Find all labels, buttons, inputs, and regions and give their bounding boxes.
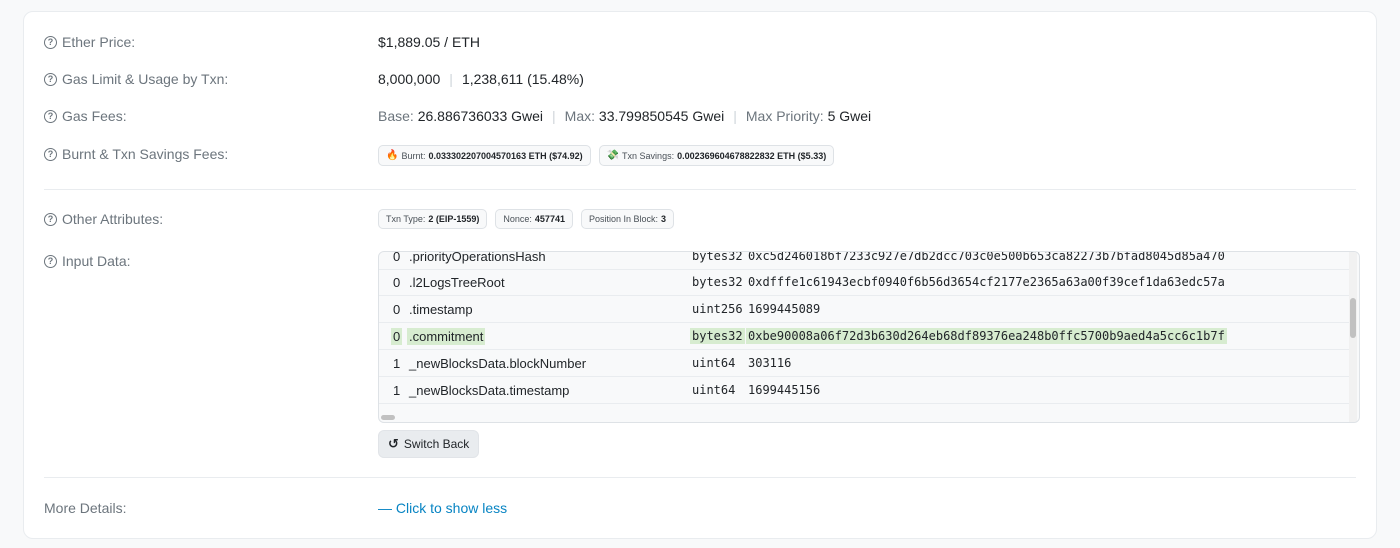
table-row: 0 .priorityOperationsHash bytes32 0xc5d2… — [379, 251, 1349, 270]
position-value: 3 — [661, 214, 667, 224]
row-type: uint64 — [692, 356, 736, 370]
gas-limit-value: 8,000,000 | 1,238,611 (15.48%) — [378, 71, 584, 87]
max-priority-label: Max Priority: — [745, 108, 824, 124]
burnt-fees-value: 🔥 Burnt: 0.033302207004570163 ETH ($74.9… — [378, 145, 842, 166]
switch-back-label: Switch Back — [403, 437, 470, 451]
undo-icon: ↺ — [388, 436, 399, 451]
gas-limit-label: Gas Limit & Usage by Txn: — [62, 71, 229, 87]
horizontal-scrollbar-thumb[interactable] — [381, 415, 395, 420]
scrollbar-thumb[interactable] — [1350, 298, 1356, 338]
separator: | — [733, 108, 737, 124]
row-value: 1699445156 — [748, 383, 821, 397]
burnt-badge-label: Burnt: — [401, 150, 426, 161]
position-badge: Position In Block: 3 — [580, 209, 675, 229]
savings-badge-label: Txn Savings: — [622, 150, 675, 161]
question-circle-icon[interactable]: ? — [44, 109, 57, 123]
row-index: 0 — [391, 327, 403, 345]
row-value: 0xdfffe1c61943ecbf0940f6b56d3654cf2177e2… — [748, 275, 1225, 289]
nonce-label: Nonce: — [503, 214, 532, 224]
gas-usage: 1,238,611 (15.48%) — [461, 71, 584, 87]
row-value: 1699445089 — [748, 302, 821, 316]
max-fee-label: Max: — [564, 108, 596, 124]
max-fee-value: 33.799850545 Gwei — [598, 108, 725, 124]
table-row-highlighted: 0 .commitment bytes32 0xbe90008a06f72d3b… — [379, 323, 1349, 350]
burnt-badge-value: 0.033302207004570163 ETH ($74.92) — [428, 150, 583, 161]
ether-price-value: $1,889.05 / ETH — [378, 34, 480, 50]
row-type: uint64 — [692, 383, 736, 397]
other-attributes-label: Other Attributes: — [62, 211, 164, 227]
nonce-value: 457741 — [534, 214, 565, 224]
question-circle-icon[interactable]: ? — [44, 254, 57, 268]
question-circle-icon[interactable]: ? — [44, 147, 57, 161]
separator: | — [449, 71, 453, 87]
row-type: bytes32 — [692, 275, 743, 289]
table-row: 0 .l2LogsTreeRoot bytes32 0xdfffe1c61943… — [379, 269, 1349, 296]
money-icon: 💸 — [606, 150, 620, 161]
row-type: uint256 — [692, 302, 743, 316]
table-row: 1 _newBlocksData.timestamp uint64 169944… — [379, 377, 1349, 404]
row-name: _newBlocksData.timestamp — [409, 382, 570, 398]
question-circle-icon[interactable]: ? — [44, 35, 57, 49]
burnt-badge: 🔥 Burnt: 0.033302207004570163 ETH ($74.9… — [378, 145, 591, 166]
divider — [44, 189, 1356, 190]
gas-limit: 8,000,000 — [378, 71, 441, 87]
savings-badge-value: 0.002369604678822832 ETH ($5.33) — [677, 150, 827, 161]
row-value: 0xbe90008a06f72d3b630d264eb68df89376ea24… — [746, 328, 1227, 344]
base-fee-value: 26.886736033 Gwei — [417, 108, 544, 124]
divider — [44, 477, 1356, 478]
more-details-label: More Details: — [44, 500, 127, 516]
nonce-badge: Nonce: 457741 — [495, 209, 573, 229]
txn-type-value: 2 (EIP-1559) — [428, 214, 480, 224]
show-less-link[interactable]: — Click to show less — [378, 500, 507, 516]
txn-type-badge: Txn Type: 2 (EIP-1559) — [378, 209, 488, 229]
gas-limit-label-wrap: ? Gas Limit & Usage by Txn: — [44, 71, 364, 87]
question-circle-icon[interactable]: ? — [44, 72, 57, 86]
burnt-fees-label: Burnt & Txn Savings Fees: — [62, 146, 229, 162]
input-data-label-wrap: ? Input Data: — [44, 253, 364, 269]
row-index: 0 — [393, 251, 401, 264]
row-index: 1 — [393, 355, 401, 371]
ether-price-label-wrap: ? Ether Price: — [44, 34, 364, 50]
row-name: .l2LogsTreeRoot — [409, 274, 505, 290]
row-name: .priorityOperationsHash — [409, 251, 546, 264]
row-type: bytes32 — [692, 251, 743, 263]
separator: | — [552, 108, 556, 124]
gas-fees-value: Base: 26.886736033 Gwei | Max: 33.799850… — [378, 108, 871, 124]
input-data-table[interactable]: 0 .priorityOperationsHash bytes32 0xc5d2… — [378, 251, 1360, 423]
other-attributes-value: Txn Type: 2 (EIP-1559) Nonce: 457741 Pos… — [378, 209, 682, 229]
max-priority-value: 5 Gwei — [827, 108, 872, 124]
gas-fees-label: Gas Fees: — [62, 108, 127, 124]
row-name: .timestamp — [409, 301, 473, 317]
base-fee-label: Base: — [378, 108, 414, 124]
row-type: bytes32 — [690, 328, 745, 344]
table-row: 0 .timestamp uint256 1699445089 — [379, 296, 1349, 323]
savings-badge: 💸 Txn Savings: 0.002369604678822832 ETH … — [598, 145, 835, 166]
other-attributes-label-wrap: ? Other Attributes: — [44, 211, 364, 227]
question-circle-icon[interactable]: ? — [44, 212, 57, 226]
row-index: 0 — [393, 301, 401, 317]
row-name: .commitment — [407, 327, 486, 345]
position-label: Position In Block: — [588, 214, 659, 224]
transaction-details-card: ? Ether Price: $1,889.05 / ETH ? Gas Lim… — [23, 11, 1377, 539]
row-index: 0 — [393, 274, 401, 290]
ether-price-label: Ether Price: — [62, 34, 136, 50]
row-name: _newBlocksData.blockNumber — [409, 355, 587, 371]
vertical-scrollbar[interactable] — [1349, 252, 1357, 422]
burnt-fees-label-wrap: ? Burnt & Txn Savings Fees: — [44, 146, 364, 162]
table-row: 1 _newBlocksData.blockNumber uint64 3031… — [379, 350, 1349, 377]
row-index: 1 — [393, 382, 401, 398]
gas-fees-label-wrap: ? Gas Fees: — [44, 108, 364, 124]
row-value: 303116 — [748, 356, 792, 370]
switch-back-button[interactable]: ↺ Switch Back — [378, 430, 480, 458]
txn-type-label: Txn Type: — [386, 214, 426, 224]
input-data-label: Input Data: — [62, 253, 131, 269]
fire-icon: 🔥 — [386, 150, 399, 161]
row-value: 0xc5d246018бf7233c927e7db2dcc703c0e500b6… — [748, 251, 1225, 263]
